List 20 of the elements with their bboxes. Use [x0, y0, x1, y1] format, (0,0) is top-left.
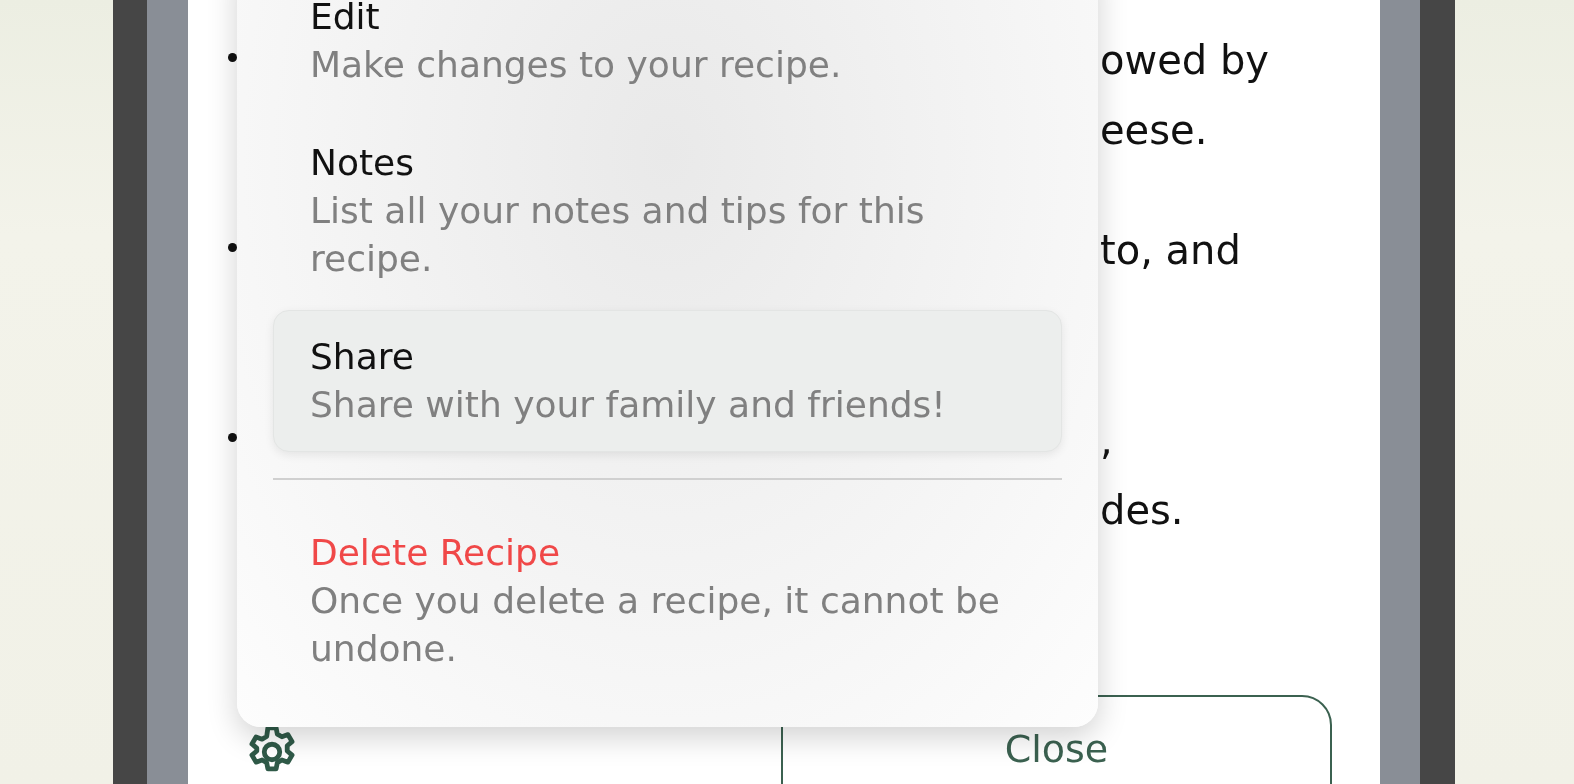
- bullet-icon: [228, 243, 237, 252]
- menu-item[interactable]: Notes List all your notes and tips for this recipe.: [273, 116, 1062, 306]
- bullet-icon: [228, 53, 237, 62]
- step-text: eese.: [1100, 106, 1209, 155]
- menu-item-title: Edit: [310, 0, 381, 39]
- bullet-icon: [228, 433, 237, 442]
- menu-item-description: Share with your family and friends!: [310, 383, 947, 427]
- menu-item-title: Delete Recipe: [310, 531, 562, 575]
- step-text: to, and: [1100, 226, 1242, 275]
- menu-item[interactable]: Share Share with your family and friends!: [273, 310, 1062, 452]
- menu-item-description: Once you delete a recipe, it cannot be undone.: [310, 579, 1001, 671]
- menu-item-description: Make changes to your recipe.: [310, 43, 843, 87]
- menu-item-title: Notes: [310, 141, 415, 185]
- step-text: ,: [1100, 416, 1114, 465]
- menu-item-description: List all your notes and tips for this recipe.: [310, 189, 926, 281]
- menu-item[interactable]: Delete Recipe Once you delete a recipe, it cannot be undone.: [273, 506, 1062, 696]
- step-text: owed by: [1100, 36, 1270, 85]
- step-text: des.: [1100, 486, 1185, 535]
- menu-item-title: Share: [310, 335, 415, 379]
- menu-item[interactable]: Edit Make changes to your recipe.: [273, 0, 1062, 112]
